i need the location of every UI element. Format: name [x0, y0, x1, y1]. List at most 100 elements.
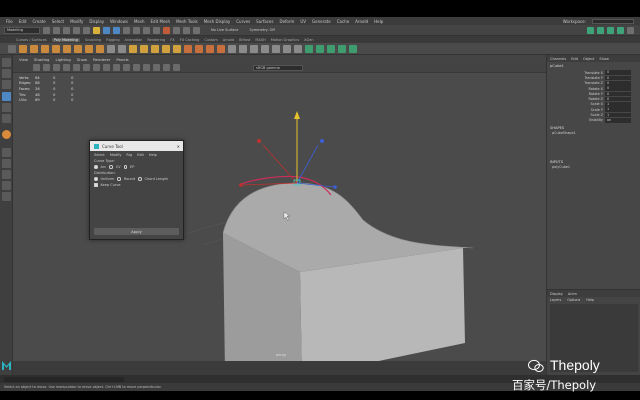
select-hierarchy-icon[interactable]: [93, 26, 100, 34]
dialog-menu-modify[interactable]: Modify: [110, 153, 122, 157]
layer-menu-options[interactable]: Options: [567, 298, 580, 302]
delete-history-icon[interactable]: [294, 44, 302, 53]
retopologize-icon[interactable]: [261, 44, 269, 53]
poly-plane-icon[interactable]: [74, 44, 82, 53]
smooth-icon[interactable]: [239, 44, 247, 53]
attr-value[interactable]: 0: [605, 80, 631, 86]
extrude-icon[interactable]: [129, 44, 137, 53]
attr-value[interactable]: on: [605, 118, 631, 123]
planar-map-icon[interactable]: [316, 44, 324, 53]
layer-menu-help[interactable]: Help: [586, 298, 594, 302]
menu-generate[interactable]: Generate: [312, 19, 331, 24]
shelf-tab-rendering[interactable]: Rendering: [147, 38, 165, 42]
menu-mesh-tools[interactable]: Mesh Tools: [176, 19, 198, 24]
shelf-menu-icon[interactable]: [8, 44, 16, 53]
menu-cache[interactable]: Cache: [337, 19, 349, 24]
dialog-menu-rig[interactable]: Rig: [126, 153, 132, 157]
attr-row[interactable]: Translate Y0: [547, 75, 640, 81]
center-pivot-icon[interactable]: [272, 44, 280, 53]
live-surface-label[interactable]: No Live Surface: [211, 28, 238, 32]
scale-tool-icon[interactable]: [2, 114, 11, 123]
persp-graph-icon[interactable]: [2, 181, 11, 190]
apply-button[interactable]: Apply: [94, 228, 179, 235]
undo-icon[interactable]: [73, 26, 80, 34]
tool-settings-icon[interactable]: [607, 26, 614, 34]
four-view-icon[interactable]: [2, 159, 11, 168]
auto-map-icon[interactable]: [327, 44, 335, 53]
menu-help[interactable]: Help: [374, 19, 383, 24]
mirror-icon[interactable]: [228, 44, 236, 53]
shelf-tab-arnold[interactable]: Arnold: [223, 38, 234, 42]
menu-mesh[interactable]: Mesh: [134, 19, 145, 24]
append-icon[interactable]: [162, 44, 170, 53]
layout-uv-icon[interactable]: [349, 44, 357, 53]
attr-value[interactable]: 0: [605, 91, 631, 97]
poly-cylinder-icon[interactable]: [41, 44, 49, 53]
shelf-tab-curves[interactable]: Curves / Surfaces: [16, 38, 47, 42]
poly-sphere-icon[interactable]: [19, 44, 27, 53]
snap-grid-icon[interactable]: [123, 26, 130, 34]
attr-value[interactable]: 0: [605, 70, 631, 75]
modeling-toolkit-icon[interactable]: [587, 26, 594, 34]
snap-curve-icon[interactable]: [133, 26, 140, 34]
attr-value[interactable]: 0: [605, 75, 631, 81]
dialog-menu-edit[interactable]: Edit: [137, 153, 144, 157]
cb-menu-show[interactable]: Show: [599, 57, 608, 61]
rotate-tool-icon[interactable]: [2, 103, 11, 112]
attr-row[interactable]: Rotate Y0: [547, 91, 640, 97]
select-component-icon[interactable]: [113, 26, 120, 34]
radio-chord[interactable]: [138, 177, 142, 181]
lasso-tool-icon[interactable]: [2, 69, 11, 78]
attr-row[interactable]: Rotate X0: [547, 86, 640, 91]
shelf-tab-fx-caching[interactable]: FX Caching: [180, 38, 200, 42]
radio-arc[interactable]: [94, 165, 98, 169]
keep-curve-checkbox[interactable]: [94, 183, 98, 187]
poly-disc-icon[interactable]: [85, 44, 93, 53]
input-name[interactable]: polyCube1: [547, 165, 640, 169]
unfold-icon[interactable]: [338, 44, 346, 53]
shelf-tab-fx[interactable]: FX: [170, 38, 174, 42]
target-weld-icon[interactable]: [195, 44, 203, 53]
attr-row[interactable]: Translate Z0: [547, 80, 640, 86]
dialog-menu-select[interactable]: Select: [94, 153, 105, 157]
layer-menu-layers[interactable]: Layers: [550, 298, 561, 302]
uv-editor-icon[interactable]: [305, 44, 313, 53]
attr-value[interactable]: 1: [605, 112, 631, 118]
bridge-icon[interactable]: [140, 44, 148, 53]
radio-ep[interactable]: [123, 165, 128, 169]
menu-arnold[interactable]: Arnold: [355, 19, 368, 24]
open-scene-icon[interactable]: [53, 26, 60, 34]
multi-cut-icon[interactable]: [184, 44, 192, 53]
menu-windows[interactable]: Windows: [110, 19, 128, 24]
menu-create[interactable]: Create: [32, 19, 45, 24]
shelf-tab-motion-graphics[interactable]: Motion Graphics: [271, 38, 299, 42]
menu-modify[interactable]: Modify: [70, 19, 83, 24]
shelf-tab-poly-modeling[interactable]: Poly Modeling: [51, 37, 80, 42]
object-name[interactable]: pCube1: [547, 62, 640, 70]
quad-draw-icon[interactable]: [217, 44, 225, 53]
attr-row[interactable]: Translate X0: [547, 70, 640, 75]
attr-value[interactable]: 0: [605, 96, 631, 102]
shelf-tab-xgen[interactable]: XGen: [304, 38, 313, 42]
layer-tab-display[interactable]: Display: [550, 292, 563, 296]
menu-select[interactable]: Select: [52, 19, 64, 24]
last-tool-icon[interactable]: [2, 130, 11, 139]
attr-row[interactable]: Rotate Z0: [547, 96, 640, 102]
attribute-editor-icon[interactable]: [597, 26, 604, 34]
shelf-tab-bifrost[interactable]: Bifrost: [239, 38, 250, 42]
menu-uv[interactable]: UV: [300, 19, 306, 24]
move-tool-icon[interactable]: [2, 92, 11, 101]
dialog-menu-help[interactable]: Help: [149, 153, 157, 157]
paint-select-icon[interactable]: [2, 80, 11, 89]
radio-round[interactable]: [117, 177, 121, 181]
menu-edit-mesh[interactable]: Edit Mesh: [151, 19, 171, 24]
render-frame-icon[interactable]: [173, 26, 180, 34]
menu-deform[interactable]: Deform: [279, 19, 294, 24]
save-scene-icon[interactable]: [63, 26, 70, 34]
separate-icon[interactable]: [118, 44, 126, 53]
shelf-tab-custom[interactable]: Custom: [204, 38, 217, 42]
menu-surfaces[interactable]: Surfaces: [256, 19, 273, 24]
command-input[interactable]: [4, 376, 124, 382]
timeline[interactable]: [13, 361, 546, 375]
outliner-icon[interactable]: [627, 26, 634, 34]
